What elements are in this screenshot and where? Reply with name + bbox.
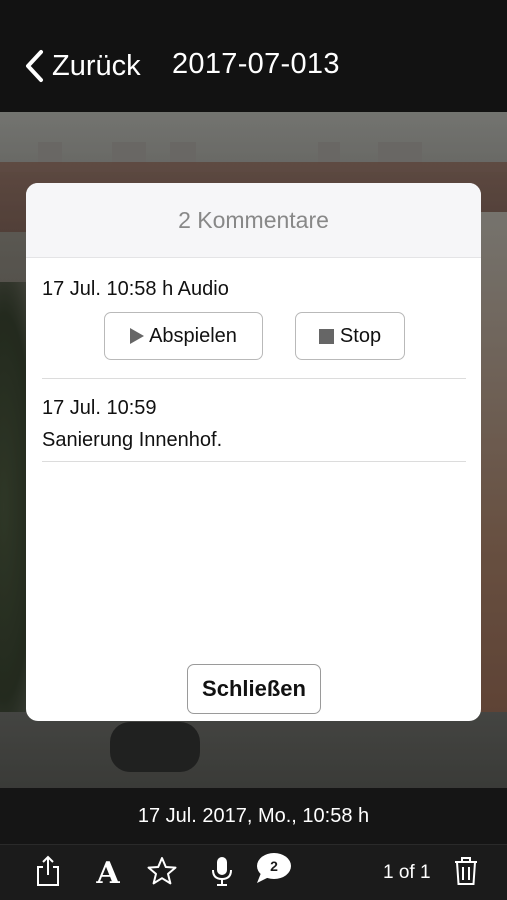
trash-icon — [453, 856, 479, 891]
comment-text: Sanierung Innenhof. — [42, 429, 223, 451]
stop-label: Stop — [339, 324, 382, 347]
comment-meta: 17 Jul. 10:58 h Audio — [42, 278, 229, 300]
record-audio-button[interactable] — [204, 845, 240, 900]
date-bar: 17 Jul. 2017, Mo., 10:58 h — [0, 788, 507, 844]
comment-item-audio: 17 Jul. 10:58 h Audio Abspielen Stop — [42, 258, 466, 379]
navigation-bar: Zurück 2017-07-013 — [0, 0, 507, 112]
delete-button[interactable] — [448, 845, 484, 900]
play-label: Abspielen — [149, 324, 237, 347]
share-icon — [35, 855, 61, 892]
comments-count-badge: 2 — [270, 858, 278, 874]
font-icon: A — [96, 855, 120, 891]
photo-date: 17 Jul. 2017, Mo., 10:58 h — [137, 804, 370, 827]
comments-dialog: 2 Kommentare 17 Jul. 10:58 h Audio Abspi… — [26, 183, 481, 721]
bottom-toolbar: A 2 1 of 1 — [0, 844, 507, 900]
comments-icon: 2 — [252, 845, 296, 900]
comments-button[interactable]: 2 — [252, 845, 296, 900]
microphone-icon — [210, 855, 234, 892]
page-indicator: 1 of 1 — [383, 862, 431, 883]
stop-button[interactable]: Stop — [295, 312, 405, 360]
chevron-left-icon — [24, 49, 44, 83]
dialog-title: 2 Kommentare — [178, 206, 329, 233]
dialog-header: 2 Kommentare — [26, 183, 481, 258]
share-button[interactable] — [30, 845, 66, 900]
favorite-button[interactable] — [144, 845, 180, 900]
stop-icon — [318, 328, 334, 344]
photo-detail-screen: Zurück 2017-07-013 2 Kommentare 17 Jul. … — [0, 0, 507, 900]
play-icon — [130, 328, 145, 344]
close-button[interactable]: Schließen — [187, 664, 321, 714]
back-label: Zurück — [52, 49, 141, 82]
star-icon — [147, 856, 177, 891]
comment-item-text: 17 Jul. 10:59 Sanierung Innenhof. — [42, 379, 466, 462]
page-title: 2017-07-013 — [172, 48, 340, 80]
play-button[interactable]: Abspielen — [104, 312, 263, 360]
comment-meta: 17 Jul. 10:59 — [42, 397, 157, 419]
back-button[interactable]: Zurück — [24, 44, 141, 88]
font-button[interactable]: A — [90, 845, 126, 900]
